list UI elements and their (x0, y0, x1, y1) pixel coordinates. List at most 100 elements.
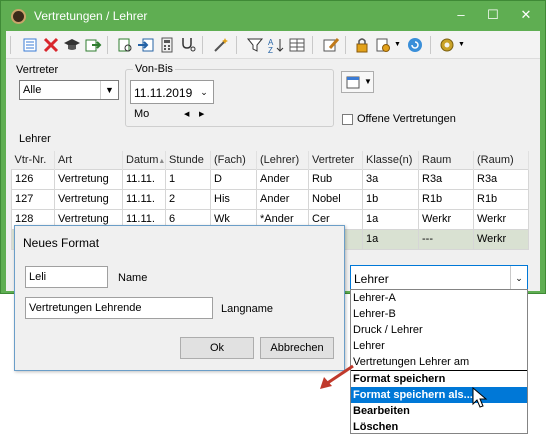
maximize-button[interactable]: ☐ (479, 4, 507, 26)
column-header-label: Datum (126, 153, 159, 166)
table-cell[interactable]: 127 (11, 188, 55, 210)
neues-format-dialog: Neues Format Leli Name Vertretungen Lehr… (14, 225, 345, 371)
graduation-cap-icon[interactable] (63, 36, 81, 54)
minimize-button[interactable]: – (447, 4, 475, 26)
table-cell[interactable]: Ander (256, 188, 309, 210)
table-cell[interactable]: Ander (256, 168, 309, 190)
table-cell[interactable]: 1a (362, 228, 419, 250)
delete-icon[interactable] (42, 36, 60, 54)
prev-day-arrow[interactable]: ◀ (184, 110, 189, 118)
lock-icon[interactable] (353, 36, 371, 54)
settings-icon[interactable] (374, 36, 392, 54)
table-cell[interactable]: Nobel (308, 188, 363, 210)
import-icon[interactable] (84, 36, 102, 54)
vertreter-value: Alle (23, 84, 42, 96)
table-cell[interactable]: --- (418, 228, 474, 250)
dialog-body: Leli Name Vertretungen Lehrende Langname… (15, 257, 344, 370)
toolbar-grip (10, 36, 11, 54)
format-option[interactable]: Vertretungen Lehrer am (351, 354, 527, 370)
column-header[interactable]: (Fach) (210, 151, 257, 169)
print-preview-icon[interactable] (116, 36, 134, 54)
name-input[interactable]: Leli (25, 266, 108, 288)
format-picker-button[interactable]: ▼ (341, 71, 374, 93)
next-day-arrow[interactable]: ▶ (199, 110, 204, 118)
grid-icon[interactable] (288, 36, 306, 54)
ok-button[interactable]: Ok (180, 337, 254, 359)
table-cell[interactable]: Werkr (473, 208, 529, 230)
column-header[interactable]: Datum▲ (122, 151, 166, 169)
loeschen-item[interactable]: Löschen (351, 419, 527, 435)
format-select-value: Lehrer (354, 272, 389, 286)
offene-vertretungen-checkbox[interactable] (342, 114, 353, 125)
table-cell[interactable]: 11.11. (122, 188, 166, 210)
dialog-title: Neues Format (23, 236, 100, 250)
format-option[interactable]: Druck / Lehrer (351, 322, 527, 338)
lehrer-section-label: Lehrer (19, 133, 51, 145)
column-header[interactable]: Vertreter (308, 151, 363, 169)
cancel-button[interactable]: Abbrechen (260, 337, 334, 359)
table-cell[interactable]: R3a (473, 168, 529, 190)
table-cell[interactable]: Werkr (418, 208, 474, 230)
format-option[interactable]: Lehrer (351, 338, 527, 354)
mouse-cursor-icon (472, 387, 488, 408)
column-header[interactable]: Art (54, 151, 123, 169)
table-cell[interactable]: D (210, 168, 257, 190)
export-icon[interactable] (137, 36, 155, 54)
langname-label: Langname (221, 303, 273, 315)
column-header[interactable]: (Raum) (473, 151, 529, 169)
annotation-arrow-icon (320, 364, 354, 389)
calculator-icon[interactable] (158, 36, 176, 54)
table-cell[interactable]: 3a (362, 168, 419, 190)
table-row[interactable]: 127 Vertretung 11.11. 2 His Ander Nobel … (11, 188, 529, 210)
table-header-row: Vtr-Nr. Art Datum▲ Stunde (Fach) (Lehrer… (11, 151, 529, 169)
table-cell[interactable]: 126 (11, 168, 55, 190)
column-header[interactable]: (Lehrer) (256, 151, 309, 169)
toolbar-separator (202, 36, 203, 54)
table-cell[interactable]: Vertretung (54, 188, 123, 210)
table-cell[interactable]: R1b (418, 188, 474, 210)
app-icon (11, 9, 26, 24)
toolbar-separator (312, 36, 313, 54)
format-option[interactable]: Lehrer-B (351, 306, 527, 322)
column-header[interactable]: Stunde (165, 151, 211, 169)
toolbar-separator (236, 36, 237, 54)
sort-icon[interactable]: AZ (267, 36, 285, 54)
table-cell[interactable]: 1b (362, 188, 419, 210)
column-header[interactable]: Klasse(n) (362, 151, 419, 169)
langname-input[interactable]: Vertretungen Lehrende (25, 297, 213, 319)
edit-settings-icon[interactable] (322, 36, 340, 54)
stethoscope-icon[interactable] (179, 36, 197, 54)
gear-dropdown-arrow[interactable]: ▼ (458, 41, 465, 48)
close-button[interactable]: ✕ (512, 4, 540, 26)
refresh-icon[interactable] (406, 36, 424, 54)
format-dropdown-list: Lehrer-A Lehrer-B Druck / Lehrer Lehrer … (350, 289, 528, 434)
format-speichern-item[interactable]: Format speichern (351, 371, 527, 387)
date-picker[interactable]: 11.11.2019 ⌄ (130, 80, 214, 104)
gear-icon[interactable] (438, 36, 456, 54)
toolbar-separator (107, 36, 108, 54)
table-cell[interactable]: His (210, 188, 257, 210)
table-cell[interactable]: R1b (473, 188, 529, 210)
filter-icon[interactable] (246, 36, 264, 54)
settings-dropdown-arrow[interactable]: ▼ (394, 41, 401, 48)
bearbeiten-item[interactable]: Bearbeiten (351, 403, 527, 419)
table-cell[interactable]: Vertretung (54, 168, 123, 190)
table-cell[interactable]: 1 (165, 168, 211, 190)
vertreter-label: Vertreter (16, 64, 59, 76)
format-option[interactable]: Lehrer-A (351, 290, 527, 306)
table-cell[interactable]: R3a (418, 168, 474, 190)
table-cell[interactable]: 1a (362, 208, 419, 230)
table-cell[interactable]: Werkr (473, 228, 529, 250)
chevron-down-icon: ▼ (100, 81, 118, 99)
table-cell[interactable]: 2 (165, 188, 211, 210)
format-select[interactable]: Lehrer ⌄ (350, 265, 528, 291)
vertreter-select[interactable]: Alle ▼ (19, 80, 119, 100)
table-cell[interactable]: Rub (308, 168, 363, 190)
table-row[interactable]: 126 Vertretung 11.11. 1 D Ander Rub 3a R… (11, 168, 529, 190)
table-cell[interactable]: 11.11. (122, 168, 166, 190)
magic-wand-icon[interactable] (212, 36, 230, 54)
format-speichern-als-item[interactable]: Format speichern als... (351, 387, 527, 403)
column-header[interactable]: Raum (418, 151, 474, 169)
list-icon[interactable] (21, 36, 39, 54)
column-header[interactable]: Vtr-Nr. (11, 151, 55, 169)
